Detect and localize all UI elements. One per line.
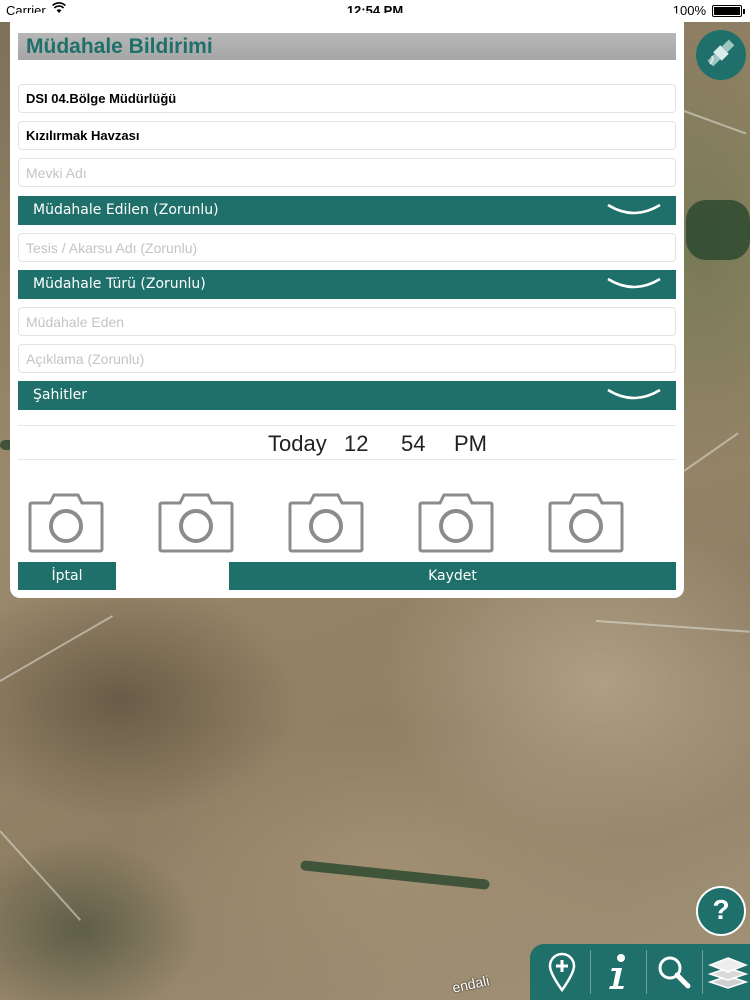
photo-slot-1[interactable]	[28, 491, 104, 553]
toolbar-divider	[702, 950, 703, 994]
toolbar-divider	[646, 950, 647, 994]
add-pin-icon	[548, 952, 576, 992]
chevron-down-icon	[607, 277, 661, 289]
description-field[interactable]	[18, 344, 676, 373]
chevron-down-icon	[607, 388, 661, 400]
toolbar-divider	[590, 950, 591, 994]
satellite-icon	[704, 36, 738, 74]
map-road	[0, 830, 82, 921]
map-road	[683, 110, 747, 135]
add-pin-button[interactable]	[540, 950, 584, 994]
intervened-dropdown-label: Müdahale Edilen (Zorunlu)	[33, 202, 219, 218]
info-icon	[609, 954, 625, 989]
info-button[interactable]	[596, 950, 640, 994]
intervener-input[interactable]	[26, 308, 675, 335]
chevron-down-icon	[607, 203, 661, 215]
time-picker-minute[interactable]: 54	[401, 431, 425, 457]
witnesses-dropdown-label: Şahitler	[33, 387, 87, 403]
time-picker[interactable]: Today 12 54 PM	[18, 425, 676, 460]
description-input[interactable]	[26, 345, 675, 372]
layers-icon	[708, 957, 748, 989]
satellite-button[interactable]	[696, 30, 746, 80]
map-road	[0, 615, 114, 682]
photo-slot-4[interactable]	[418, 491, 494, 553]
map-toolbar	[530, 944, 750, 1000]
camera-icon	[288, 493, 364, 553]
photo-slot-3[interactable]	[288, 491, 364, 553]
intervened-dropdown[interactable]: Müdahale Edilen (Zorunlu)	[18, 196, 676, 225]
incident-form-panel: Müdahale Bildirimi DSI 04.Bölge Müdürlüğ…	[10, 13, 684, 598]
facility-field[interactable]	[18, 233, 676, 262]
map-vegetation	[686, 200, 750, 260]
map-road	[595, 620, 750, 633]
help-button[interactable]: ?	[696, 886, 746, 936]
battery-icon	[712, 5, 745, 17]
time-picker-period[interactable]: PM	[454, 431, 487, 457]
save-button[interactable]: Kaydet	[229, 562, 676, 590]
cancel-button[interactable]: İptal	[18, 562, 116, 590]
map-road	[683, 432, 739, 472]
location-field[interactable]	[18, 158, 676, 187]
witnesses-dropdown[interactable]: Şahitler	[18, 381, 676, 410]
region-field[interactable]: DSI 04.Bölge Müdürlüğü	[18, 84, 676, 113]
location-input[interactable]	[26, 159, 675, 186]
type-dropdown[interactable]: Müdahale Türü (Zorunlu)	[18, 270, 676, 299]
basin-field[interactable]: Kızılırmak Havzası	[18, 121, 676, 150]
time-picker-hour[interactable]: 12	[344, 431, 368, 457]
form-title: Müdahale Bildirimi	[18, 33, 676, 60]
facility-input[interactable]	[26, 234, 675, 261]
intervener-field[interactable]	[18, 307, 676, 336]
photo-slot-5[interactable]	[548, 491, 624, 553]
photo-slot-2[interactable]	[158, 491, 234, 553]
camera-icon	[28, 493, 104, 553]
search-button[interactable]	[652, 950, 696, 994]
time-picker-day[interactable]: Today	[268, 431, 327, 457]
type-dropdown-label: Müdahale Türü (Zorunlu)	[33, 276, 206, 292]
camera-icon	[548, 493, 624, 553]
map-river	[299, 860, 491, 890]
camera-icon	[158, 493, 234, 553]
layers-button[interactable]	[706, 950, 750, 994]
search-icon	[658, 956, 691, 989]
camera-icon	[418, 493, 494, 553]
